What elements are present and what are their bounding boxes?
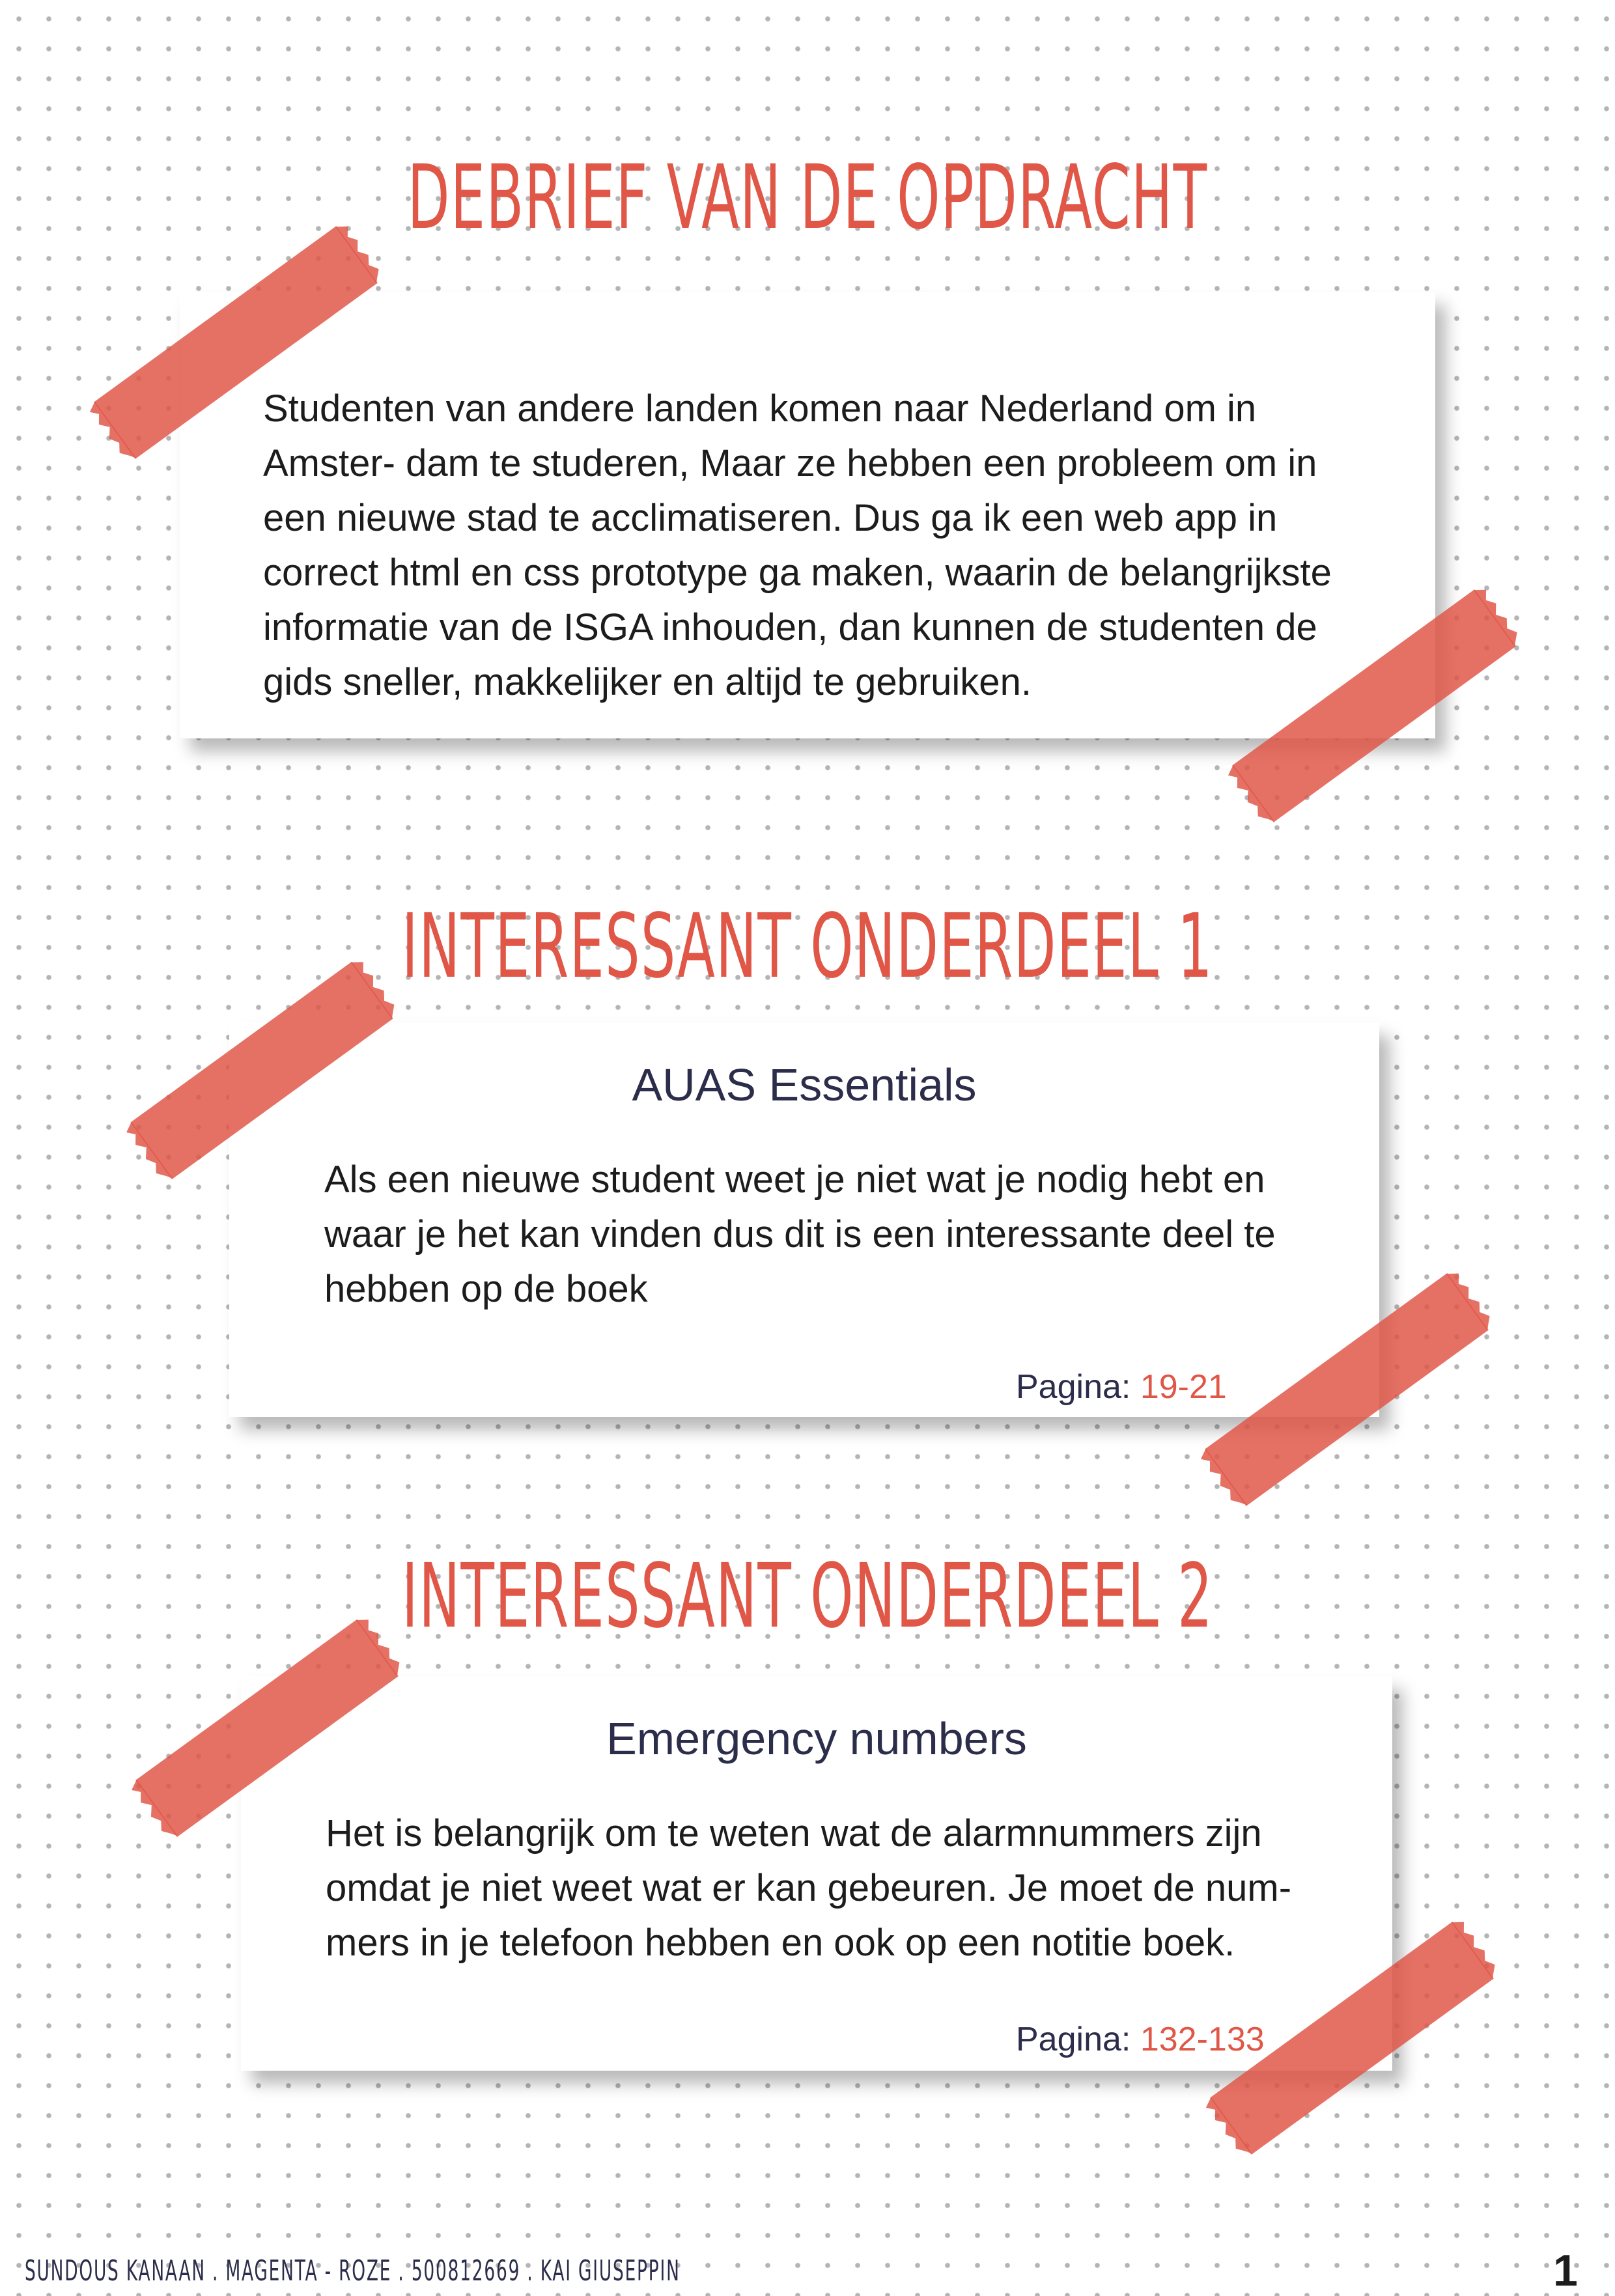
section-heading-debrief: DEBRIEF VAN DE OPDRACHT <box>407 147 1208 249</box>
card-subtitle: Emergency numbers <box>606 1713 1027 1764</box>
page-range: 132-133 <box>1140 2021 1265 2058</box>
onderdeel-1-card: AUAS Essentials Als een nieuwe student w… <box>229 1022 1379 1417</box>
page-reference: Pagina: 132-133 <box>1016 2020 1265 2059</box>
page-reference: Pagina: 19-21 <box>1016 1367 1227 1407</box>
footer-credits: SUNDOUS KANAAN . MAGENTA - ROZE . 500812… <box>25 2254 681 2288</box>
section-heading-onderdeel-2: INTERESSANT ONDERDEEL 2 <box>402 1545 1213 1648</box>
card-subtitle: AUAS Essentials <box>632 1059 977 1110</box>
page-number: 1 <box>1553 2246 1578 2295</box>
page-range: 19-21 <box>1140 1368 1227 1406</box>
card-body: Het is belangrijk om te weten wat de ala… <box>326 1812 1292 1964</box>
section-heading-onderdeel-1: INTERESSANT ONDERDEEL 1 <box>402 895 1213 998</box>
page-label: Pagina: <box>1016 2021 1131 2058</box>
card-body: Als een nieuwe student weet je niet wat … <box>324 1158 1276 1310</box>
debrief-card: Studenten van andere landen komen naar N… <box>180 292 1435 738</box>
page-label: Pagina: <box>1016 1368 1131 1406</box>
debrief-body: Studenten van andere landen komen naar N… <box>263 387 1332 703</box>
onderdeel-2-card: Emergency numbers Het is belangrijk om t… <box>241 1676 1392 2071</box>
